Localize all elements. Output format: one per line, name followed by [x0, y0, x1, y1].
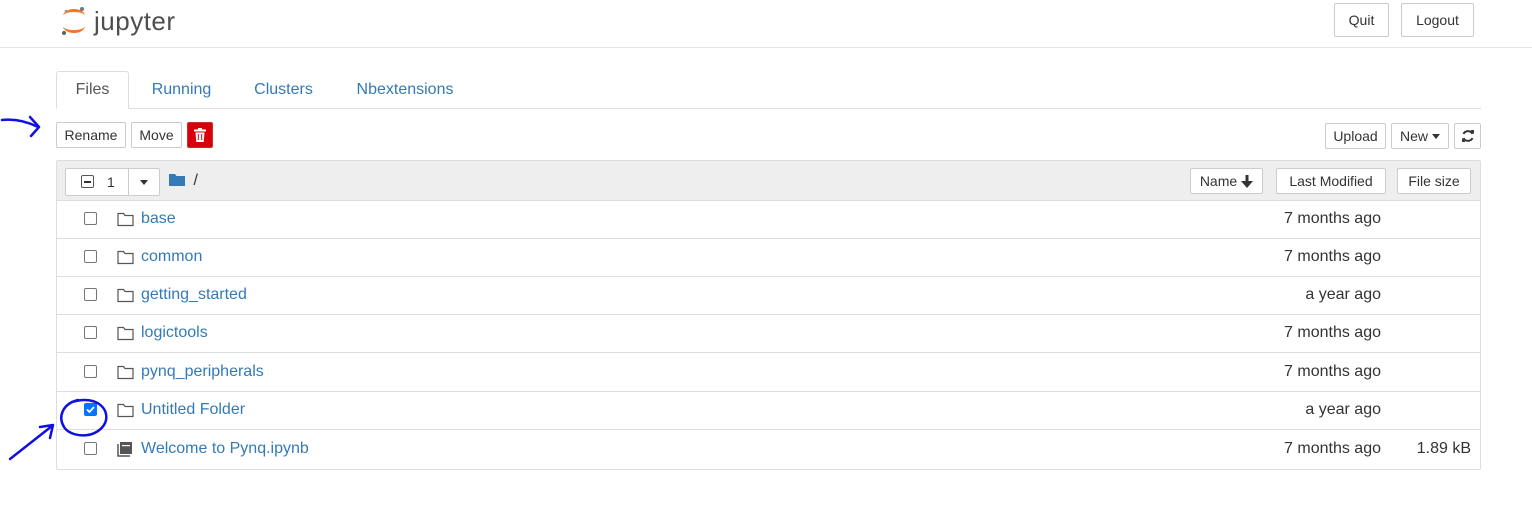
header-bar: jupyter Quit Logout: [0, 0, 1532, 48]
list-item[interactable]: common 7 months ago: [57, 239, 1480, 277]
select-group: 1: [65, 168, 160, 196]
list-item[interactable]: logictools 7 months ago: [57, 315, 1480, 353]
sort-name-label: Name: [1199, 173, 1238, 189]
list-item[interactable]: base 7 months ago: [57, 201, 1480, 239]
refresh-icon: [1461, 130, 1474, 142]
item-checkbox[interactable]: [84, 326, 97, 339]
item-name[interactable]: logictools: [141, 324, 208, 342]
trash-icon: [194, 128, 206, 142]
tab-files[interactable]: Files: [56, 71, 129, 109]
sort-by-size-button[interactable]: File size: [1397, 168, 1471, 194]
logo-text: jupyter: [94, 5, 176, 36]
jupyter-logo[interactable]: jupyter: [60, 4, 176, 38]
item-checkbox[interactable]: [84, 212, 97, 225]
item-size: 1.89 kB: [1416, 440, 1471, 457]
item-name[interactable]: Untitled Folder: [141, 401, 245, 419]
selected-count: 1: [107, 174, 115, 190]
item-name[interactable]: pynq_peripherals: [141, 363, 264, 381]
sort-by-modified-button[interactable]: Last Modified: [1276, 168, 1386, 194]
list-item[interactable]: pynq_peripherals 7 months ago: [57, 354, 1480, 392]
new-button[interactable]: New: [1391, 123, 1449, 149]
select-all-checkbox[interactable]: [81, 175, 94, 188]
list-item[interactable]: getting_started a year ago: [57, 277, 1480, 315]
select-dropdown-button[interactable]: [128, 169, 160, 195]
move-button[interactable]: Move: [131, 122, 182, 148]
refresh-button[interactable]: [1454, 123, 1481, 149]
jupyter-logo-icon: [62, 7, 85, 35]
folder-filled-icon[interactable]: [169, 173, 185, 186]
caret-down-icon: [140, 180, 148, 185]
item-name[interactable]: common: [141, 248, 202, 266]
arrow-down-icon: [1241, 174, 1254, 188]
breadcrumb: /: [169, 172, 198, 190]
item-modified: 7 months ago: [1284, 363, 1381, 380]
tab-clusters[interactable]: Clusters: [241, 71, 326, 108]
folder-outline-icon: [117, 326, 134, 341]
file-list: 1 / Name Last Modified File size base 7: [56, 160, 1481, 470]
annotation-circle-arrow: [8, 398, 108, 461]
logout-button[interactable]: Logout: [1401, 3, 1474, 37]
breadcrumb-path[interactable]: /: [193, 172, 197, 189]
quit-button[interactable]: Quit: [1334, 3, 1389, 37]
minus-icon: [84, 181, 91, 183]
folder-outline-icon: [117, 250, 134, 265]
rename-button[interactable]: Rename: [56, 122, 126, 148]
list-item[interactable]: Untitled Folder a year ago: [57, 392, 1480, 430]
item-modified: 7 months ago: [1284, 248, 1381, 265]
folder-outline-icon: [117, 365, 134, 380]
item-checkbox[interactable]: [84, 365, 97, 378]
item-modified: 7 months ago: [1284, 324, 1381, 341]
delete-button[interactable]: [187, 122, 213, 148]
new-button-label: New: [1399, 128, 1428, 144]
item-checkbox[interactable]: [84, 250, 97, 263]
folder-outline-icon: [117, 212, 134, 227]
tab-bar: Files Running Clusters Nbextensions: [56, 71, 1481, 109]
item-modified: a year ago: [1305, 401, 1381, 418]
tab-nbextensions[interactable]: Nbextensions: [346, 71, 464, 108]
file-list-header: 1 / Name Last Modified File size: [57, 161, 1480, 201]
folder-outline-icon: [117, 288, 134, 303]
item-name[interactable]: getting_started: [141, 286, 247, 304]
item-modified: 7 months ago: [1284, 440, 1381, 457]
item-modified: 7 months ago: [1284, 210, 1381, 227]
item-checkbox[interactable]: [84, 288, 97, 301]
item-name[interactable]: Welcome to Pynq.ipynb: [141, 440, 309, 458]
upload-button[interactable]: Upload: [1325, 123, 1386, 149]
item-modified: a year ago: [1305, 286, 1381, 303]
list-item[interactable]: Welcome to Pynq.ipynb 7 months ago 1.89 …: [57, 431, 1480, 469]
item-name[interactable]: base: [141, 210, 176, 228]
sort-by-name-button[interactable]: Name: [1190, 168, 1263, 194]
tab-running[interactable]: Running: [137, 71, 226, 108]
annotation-arrow-toolbar: [0, 115, 41, 138]
caret-down-icon: [1432, 133, 1440, 139]
